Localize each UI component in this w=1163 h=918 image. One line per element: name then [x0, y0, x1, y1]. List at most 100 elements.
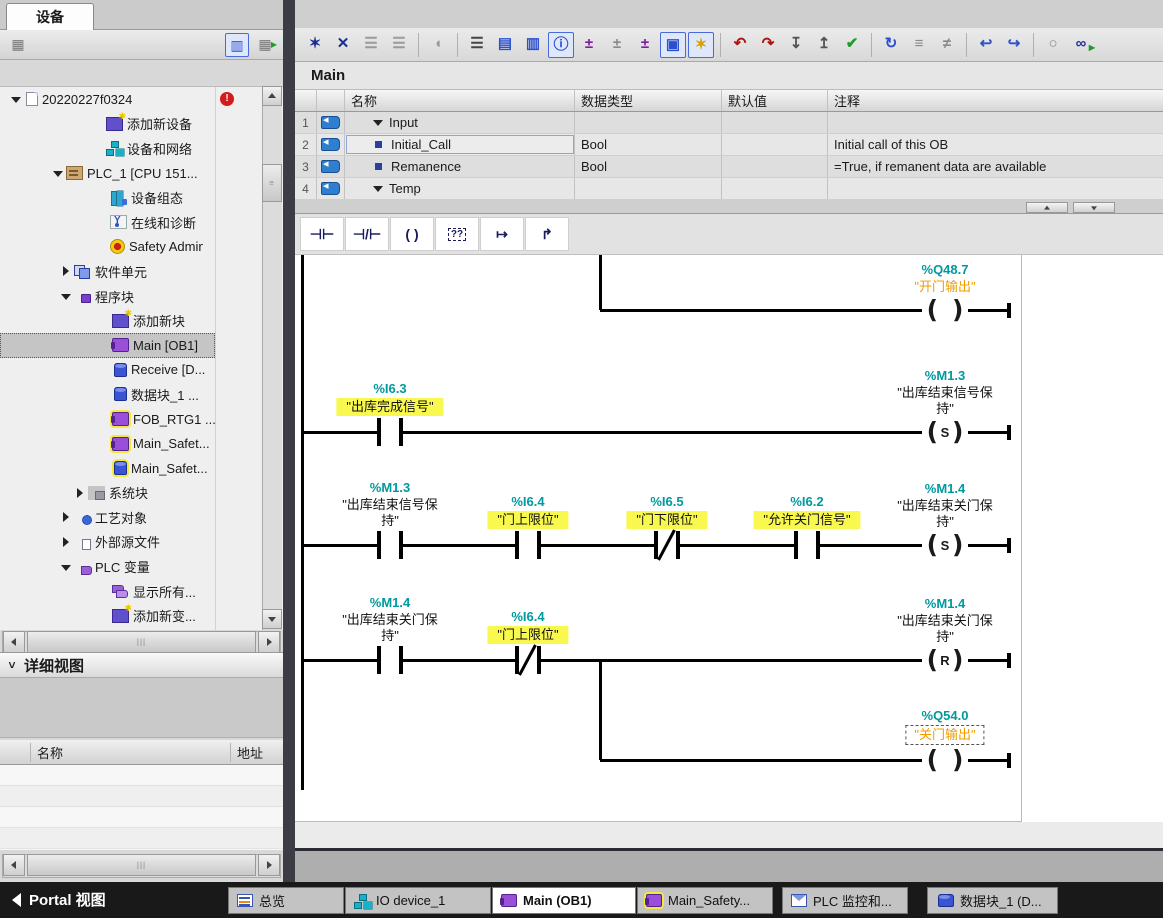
cell-datatype[interactable] [575, 178, 722, 199]
nc-contact[interactable] [515, 645, 541, 675]
cell-datatype[interactable] [575, 112, 722, 133]
interface-row-Initial_Call[interactable]: 2Initial_CallBoolInitial call of this OB [295, 134, 1163, 156]
tree-item-Main_Safet-[interactable]: Main_Safet... [0, 431, 215, 456]
no-contact[interactable] [794, 530, 820, 560]
details-view-header[interactable]: ˅ 详细视图 [0, 652, 283, 678]
tree-scroll-left-button[interactable] [3, 631, 25, 653]
operand-name[interactable]: "出库完成信号" [336, 398, 443, 416]
operand-address[interactable]: %I6.4 [487, 609, 568, 625]
table-editor-splitter[interactable] [295, 200, 1163, 214]
monitor-value-icon[interactable]: ↻ [878, 32, 904, 58]
cell-default[interactable] [722, 156, 828, 177]
retain-values-icon[interactable]: ≡ [906, 32, 932, 58]
tree-item-PLC-变量[interactable]: PLC 变量 [0, 554, 215, 579]
nc-contact[interactable] [654, 530, 680, 560]
collapse-arrow-icon[interactable] [58, 559, 74, 575]
cell-default[interactable] [722, 178, 828, 199]
details-column-name[interactable]: 名称 [30, 743, 230, 762]
reset-coil[interactable]: (R) [922, 644, 968, 676]
expand-arrow-icon[interactable] [72, 485, 88, 501]
operand-name[interactable]: "出库结束关门保持" [891, 613, 999, 645]
tree-item-Main-OB1-[interactable]: Main [OB1] [0, 333, 215, 358]
tree-hscroll-thumb[interactable]: ||| [27, 631, 256, 653]
operand-info-icon[interactable]: ± [604, 32, 630, 58]
operand-address[interactable]: %I6.5 [626, 494, 707, 510]
operand-label[interactable]: %I6.4"门上限位" [487, 609, 568, 644]
tree-item-数据块_1-[interactable]: 数据块_1 ... [0, 382, 215, 407]
empty-box-button[interactable]: ?? [435, 217, 479, 251]
no-contact[interactable] [377, 645, 403, 675]
operand-label[interactable]: %Q54.0"关门输出" [905, 708, 984, 745]
output-coil[interactable]: () [922, 294, 968, 326]
jump-next-icon[interactable]: ↪ [1001, 32, 1027, 58]
operand-label[interactable]: %M1.3"出库结束信号保持" [891, 368, 999, 417]
cell-comment[interactable]: =True, if remanent data are available [828, 156, 1163, 177]
operand-label[interactable]: %I6.3"出库完成信号" [336, 381, 443, 416]
portal-view-switch[interactable]: Portal 视图 [12, 889, 106, 910]
operand-address[interactable]: %M1.3 [891, 368, 999, 384]
close-branch-button[interactable]: ↱ [525, 217, 569, 251]
taskbar-button-PLC-监控和-[interactable]: PLC 监控和... [782, 887, 908, 914]
tree-item-外部源文件[interactable]: 外部源文件 [0, 530, 215, 555]
tree-item-软件单元[interactable]: 软件单元 [0, 259, 215, 284]
operand-address[interactable]: %Q54.0 [905, 708, 984, 724]
operand-name[interactable]: "门下限位" [626, 511, 707, 529]
operand-address[interactable]: %M1.4 [891, 596, 999, 612]
panel-splitter[interactable] [283, 0, 295, 882]
taskbar-button-Main_Safety-[interactable]: Main_Safety... [637, 887, 773, 914]
details-scrollbar-horizontal[interactable]: ||| [2, 854, 281, 878]
operand-label[interactable]: %I6.4"门上限位" [487, 494, 568, 529]
tree-item-PLC_1-CPU-151-[interactable]: PLC_1 [CPU 151... [0, 161, 215, 186]
operand-address[interactable]: %Q48.7 [914, 262, 975, 278]
details-scroll-left-button[interactable] [3, 854, 25, 876]
tab-devices[interactable]: 设备 [6, 3, 94, 30]
open-branch-button[interactable]: ↦ [480, 217, 524, 251]
favorites-display-icon[interactable]: ▣ [660, 32, 686, 58]
tree-scroll-up-button[interactable] [262, 86, 282, 106]
details-scroll-right-button[interactable] [258, 854, 280, 876]
column-default[interactable]: 默认值 [722, 90, 828, 111]
operand-label[interactable]: %M1.3"出库结束信号保持" [336, 480, 444, 529]
operand-address[interactable]: %I6.3 [336, 381, 443, 397]
ladder-canvas[interactable]: ()%Q48.7"开门输出"%I6.3"出库完成信号"(S)%M1.3"出库结束… [295, 255, 1022, 822]
tree-scrollbar-vertical[interactable]: ≡ [262, 86, 282, 630]
tree-scroll-right-button[interactable] [258, 631, 280, 653]
tree-item-Main_Safet-[interactable]: Main_Safet... [0, 456, 215, 481]
operand-name[interactable]: "开门输出" [914, 279, 975, 295]
cell-default[interactable] [722, 134, 828, 155]
show-comments-icon[interactable]: ⓘ [548, 32, 574, 58]
favorites-edit-icon[interactable]: ✶ [688, 32, 714, 58]
operand-address[interactable]: %M1.4 [891, 481, 999, 497]
export-table-icon[interactable]: ▦ [253, 33, 277, 57]
open-all-networks-icon[interactable]: ▤ [492, 32, 518, 58]
operand-address[interactable]: %M1.3 [336, 480, 444, 496]
operand-address[interactable]: %M1.4 [336, 595, 444, 611]
tree-item-默认变量-[interactable]: 默认变量... [0, 628, 215, 630]
tree-item-设备和网络[interactable]: 设备和网络 [0, 136, 215, 161]
taskbar-button-数据块_1-D-[interactable]: 数据块_1 (D... [927, 887, 1058, 914]
absolute-operands-icon[interactable]: ± [576, 32, 602, 58]
cell-comment[interactable] [828, 178, 1163, 199]
tree-scroll-down-button[interactable] [262, 609, 282, 629]
no-contact[interactable] [377, 530, 403, 560]
search-icon[interactable]: ○ [1040, 32, 1066, 58]
operand-address[interactable]: %I6.4 [487, 494, 568, 510]
coil-button[interactable]: ( ) [390, 217, 434, 251]
tree-item-20220227f0324[interactable]: 20220227f0324! [0, 87, 215, 112]
splitter-down-button[interactable] [1073, 202, 1115, 213]
interface-row-Remanence[interactable]: 3RemanenceBool=True, if remanent data ar… [295, 156, 1163, 178]
cell-name[interactable]: Remanence [345, 156, 575, 177]
cell-name[interactable]: Initial_Call [345, 134, 575, 155]
operand-name[interactable]: "门上限位" [487, 511, 568, 529]
operand-name[interactable]: "出库结束关门保持" [336, 612, 444, 644]
tree-item-显示所有-[interactable]: 显示所有... [0, 579, 215, 604]
previous-error-icon[interactable]: ↶ [727, 32, 753, 58]
cell-name[interactable]: Input [345, 112, 575, 133]
expand-arrow-icon[interactable] [58, 263, 74, 279]
expand-arrow-icon[interactable] [58, 509, 74, 525]
tree-item-添加新设备[interactable]: 添加新设备 [0, 112, 215, 137]
details-column-address[interactable]: 地址 [230, 743, 283, 762]
jump-previous-icon[interactable]: ↩ [973, 32, 999, 58]
insert-network-icon[interactable]: ✶ [302, 32, 328, 58]
column-name[interactable]: 名称 [345, 90, 575, 111]
